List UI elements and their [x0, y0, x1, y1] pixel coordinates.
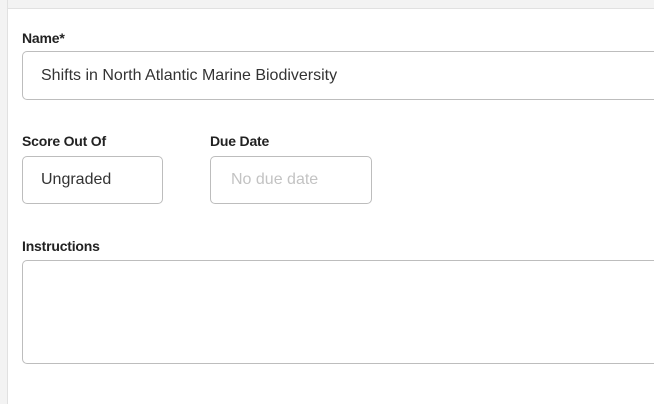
due-date-input[interactable]: No due date	[210, 156, 372, 204]
score-out-of-label: Score Out Of	[22, 133, 106, 149]
due-date-label: Due Date	[210, 133, 270, 149]
score-out-of-input[interactable]: Ungraded	[22, 156, 163, 204]
name-label: Name*	[22, 30, 65, 46]
left-divider	[0, 0, 8, 404]
name-value: Shifts in North Atlantic Marine Biodiver…	[41, 66, 338, 84]
due-date-placeholder: No due date	[231, 171, 319, 188]
assignment-form: Name* Shifts in North Atlantic Marine Bi…	[0, 0, 654, 404]
instructions-label: Instructions	[22, 238, 100, 254]
instructions-textarea[interactable]	[22, 260, 654, 364]
top-divider	[0, 0, 654, 9]
score-out-of-value: Ungraded	[41, 171, 112, 188]
name-input[interactable]: Shifts in North Atlantic Marine Biodiver…	[22, 51, 654, 100]
